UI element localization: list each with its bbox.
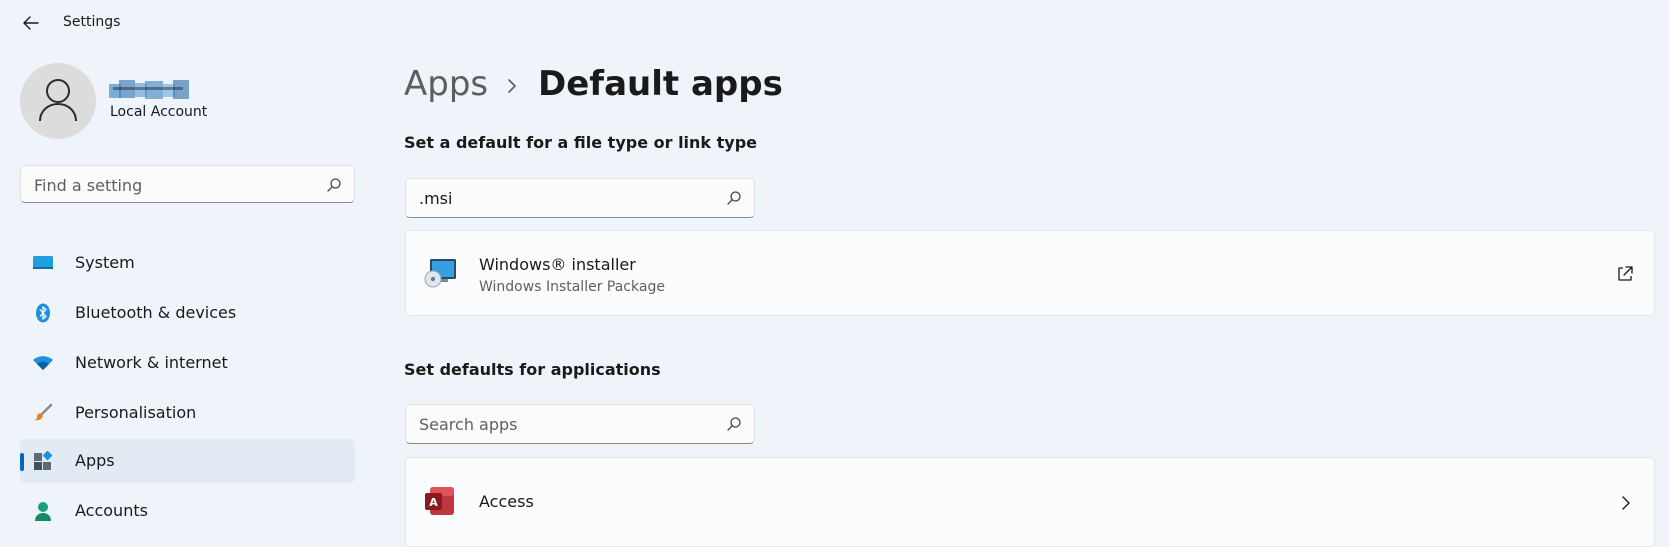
settings-search-placeholder: Find a setting: [34, 176, 143, 195]
chevron-right-icon: [508, 79, 516, 93]
sidebar-item-accounts[interactable]: Accounts: [20, 489, 355, 533]
sidebar-item-personalisation[interactable]: Personalisation: [20, 391, 355, 435]
search-icon[interactable]: [326, 177, 342, 193]
app-name: Access: [479, 492, 534, 511]
chevron-right-icon: [1622, 496, 1630, 510]
sidebar-item-label: Accounts: [75, 501, 148, 520]
search-icon[interactable]: [726, 190, 742, 206]
brush-icon: [34, 403, 53, 421]
window-title: Settings: [63, 14, 121, 30]
search-icon[interactable]: [726, 416, 742, 432]
sidebar-item-label: Apps: [75, 451, 115, 470]
sidebar-item-system[interactable]: System: [20, 241, 355, 285]
sidebar-item-label: Network & internet: [75, 353, 228, 372]
file-type-app-name: Windows® installer: [479, 255, 636, 274]
apps-search-placeholder: Search apps: [419, 415, 518, 434]
apps-icon: [34, 451, 53, 470]
active-indicator: [20, 453, 24, 471]
back-button[interactable]: [20, 12, 42, 34]
account-type: Local Account: [110, 104, 208, 120]
arrow-left-icon: [23, 16, 39, 30]
svg-text:A: A: [429, 496, 438, 509]
installer-icon: [424, 259, 456, 288]
apps-search-input[interactable]: Search apps: [405, 404, 755, 444]
obscured-name-image: [109, 80, 189, 99]
applications-heading: Set defaults for applications: [404, 360, 661, 379]
sidebar-item-apps[interactable]: Apps: [20, 439, 355, 483]
bluetooth-icon: [36, 303, 50, 323]
page-title: Default apps: [538, 64, 783, 104]
breadcrumb-parent-link[interactable]: Apps: [404, 64, 488, 104]
app-list-item-access[interactable]: A Access: [405, 457, 1655, 547]
settings-search-input[interactable]: Find a setting: [20, 165, 355, 203]
monitor-icon: [33, 256, 53, 269]
file-type-search-input[interactable]: .msi: [405, 178, 755, 218]
person-icon: [35, 502, 51, 521]
sidebar-item-label: Bluetooth & devices: [75, 303, 237, 322]
sidebar-item-bluetooth[interactable]: Bluetooth & devices: [20, 291, 355, 335]
file-type-search-value: .msi: [419, 189, 453, 208]
sidebar-item-label: System: [75, 253, 135, 272]
title-bar: Settings: [0, 0, 1669, 46]
user-name-obscured: [109, 78, 199, 102]
file-type-heading: Set a default for a file type or link ty…: [404, 133, 758, 152]
wifi-icon: [33, 356, 53, 370]
avatar[interactable]: [20, 63, 96, 139]
access-icon: A: [425, 487, 454, 515]
sidebar-item-label: Personalisation: [75, 403, 197, 422]
open-external-icon[interactable]: [1616, 265, 1634, 283]
file-type-description: Windows Installer Package: [479, 279, 665, 295]
file-type-result-card[interactable]: Windows® installer Windows Installer Pac…: [405, 230, 1655, 316]
user-icon: [39, 79, 77, 122]
sidebar-item-network[interactable]: Network & internet: [20, 341, 355, 385]
